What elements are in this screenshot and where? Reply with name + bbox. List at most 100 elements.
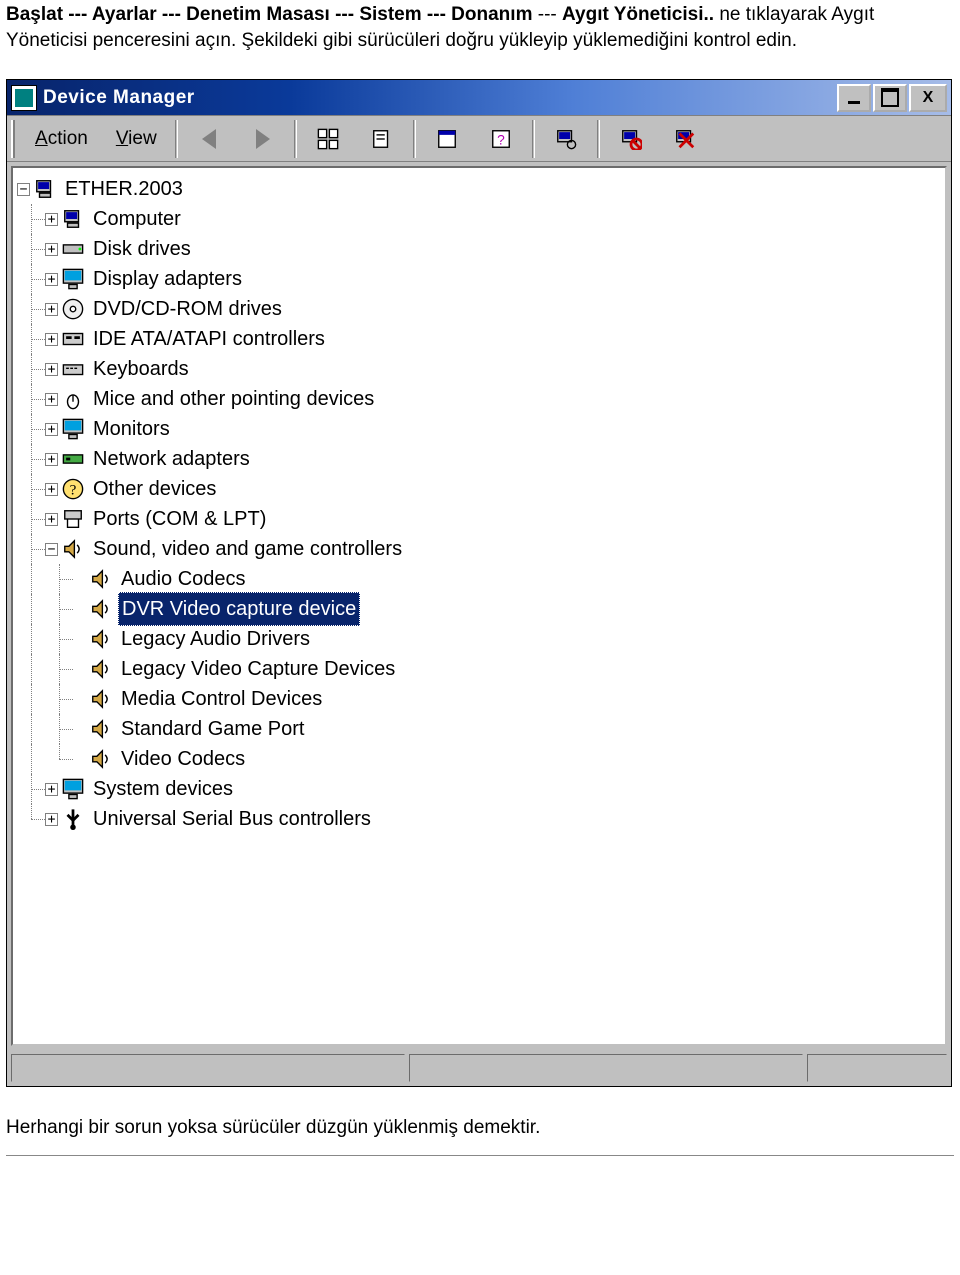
toolbar-disable-icon[interactable] [606, 120, 656, 158]
tree-child-11-2[interactable]: Legacy Audio Drivers [17, 624, 941, 654]
node-label[interactable]: Standard Game Port [118, 713, 307, 745]
statusbar [7, 1050, 951, 1086]
toolbar-separator-2 [294, 120, 297, 158]
port-icon [62, 508, 84, 530]
toolbar-separator-5 [597, 120, 600, 158]
node-label[interactable]: DVD/CD-ROM drives [90, 293, 285, 325]
node-label[interactable]: Other devices [90, 473, 219, 505]
node-label[interactable]: Sound, video and game controllers [90, 533, 405, 565]
node-label[interactable]: ETHER.2003 [62, 173, 186, 205]
menu-action[interactable]: Action [23, 124, 100, 154]
expander-icon[interactable]: + [45, 243, 58, 256]
window-title: Device Manager [43, 87, 837, 109]
window-buttons: X [837, 84, 947, 112]
svg-text:?: ? [497, 132, 505, 147]
tree-child-11-3[interactable]: Legacy Video Capture Devices [17, 654, 941, 684]
toolbar: Action View ? [7, 116, 951, 162]
menu-view[interactable]: View [104, 124, 169, 154]
tree-root[interactable]: − ETHER.2003 [17, 174, 941, 204]
expander-icon[interactable]: + [45, 333, 58, 346]
expander-icon[interactable]: + [45, 813, 58, 826]
tree-node-11[interactable]: − Sound, video and game controllers [17, 534, 941, 564]
toolbar-separator-4 [532, 120, 535, 158]
expander-icon[interactable]: + [45, 273, 58, 286]
footer-text: Herhangi bir sorun yoksa sürücüler düzgü… [0, 1087, 960, 1149]
toolbar-scan-icon[interactable] [541, 120, 591, 158]
keyboard-icon [62, 358, 84, 380]
expander-icon[interactable]: + [45, 363, 58, 376]
tree-node-6[interactable]: + Mice and other pointing devices [17, 384, 941, 414]
sound-icon [90, 628, 112, 650]
expander-icon[interactable]: + [45, 213, 58, 226]
expander-icon[interactable]: + [45, 303, 58, 316]
expander-icon[interactable]: + [45, 393, 58, 406]
sound-icon [90, 598, 112, 620]
expander-icon[interactable]: + [45, 453, 58, 466]
tree-node-4[interactable]: + IDE ATA/ATAPI controllers [17, 324, 941, 354]
tree-node-0[interactable]: + Computer [17, 204, 941, 234]
node-label[interactable]: Display adapters [90, 263, 245, 295]
toolbar-help-icon[interactable]: ? [476, 120, 526, 158]
tree-node-3[interactable]: + DVD/CD-ROM drives [17, 294, 941, 324]
tree-node-1[interactable]: + Disk drives [17, 234, 941, 264]
node-label[interactable]: Media Control Devices [118, 683, 325, 715]
node-label[interactable]: Keyboards [90, 353, 192, 385]
tree-child-11-0[interactable]: Audio Codecs [17, 564, 941, 594]
device-tree[interactable]: − ETHER.2003 + Computer + Disk drives + Display… [11, 166, 947, 1046]
node-label[interactable]: Monitors [90, 413, 173, 445]
node-label[interactable]: Disk drives [90, 233, 194, 265]
tree-node-5[interactable]: + Keyboards [17, 354, 941, 384]
inst-part-1: --- [532, 4, 562, 25]
node-label[interactable]: Legacy Audio Drivers [118, 623, 313, 655]
tree-child-11-1[interactable]: DVR Video capture device [17, 594, 941, 624]
footer-rule [6, 1155, 954, 1156]
node-label[interactable]: Network adapters [90, 443, 253, 475]
node-label[interactable]: DVR Video capture device [118, 592, 360, 626]
node-label[interactable]: Ports (COM & LPT) [90, 503, 269, 535]
node-label[interactable]: IDE ATA/ATAPI controllers [90, 323, 328, 355]
forward-button[interactable] [238, 120, 288, 158]
toolbar-separator-3 [413, 120, 416, 158]
toolbar-uninstall-icon[interactable] [660, 120, 710, 158]
toolbar-properties-icon[interactable] [422, 120, 472, 158]
status-cell-2 [409, 1054, 803, 1082]
tree-node-12[interactable]: + System devices [17, 774, 941, 804]
expander-icon[interactable]: + [45, 423, 58, 436]
back-button[interactable] [184, 120, 234, 158]
sound-icon [90, 568, 112, 590]
sound-icon [90, 658, 112, 680]
node-label[interactable]: Video Codecs [118, 743, 248, 775]
tree-child-11-6[interactable]: Video Codecs [17, 744, 941, 774]
node-label[interactable]: System devices [90, 773, 236, 805]
tree-node-7[interactable]: + Monitors [17, 414, 941, 444]
toolbar-show-hidden-icon[interactable] [357, 120, 407, 158]
maximize-button[interactable] [873, 84, 907, 112]
expander-icon[interactable]: + [45, 513, 58, 526]
usb-icon [62, 808, 84, 830]
node-label[interactable]: Computer [90, 203, 184, 235]
node-label[interactable]: Mice and other pointing devices [90, 383, 377, 415]
mouse-icon [62, 388, 84, 410]
expander-icon[interactable]: + [45, 483, 58, 496]
tree-node-9[interactable]: + Other devices [17, 474, 941, 504]
tree-node-2[interactable]: + Display adapters [17, 264, 941, 294]
expander-icon[interactable]: + [45, 783, 58, 796]
node-label[interactable]: Legacy Video Capture Devices [118, 653, 398, 685]
instruction-text: Başlat --- Ayarlar --- Denetim Masası --… [0, 0, 960, 61]
titlebar[interactable]: Device Manager X [7, 80, 951, 116]
node-label[interactable]: Audio Codecs [118, 563, 249, 595]
inst-part-0: Başlat --- Ayarlar --- Denetim Masası --… [6, 4, 532, 25]
arrow-right-icon [256, 129, 270, 149]
tree-node-13[interactable]: + Universal Serial Bus controllers [17, 804, 941, 834]
tree-child-11-4[interactable]: Media Control Devices [17, 684, 941, 714]
tree-child-11-5[interactable]: Standard Game Port [17, 714, 941, 744]
close-button[interactable]: X [909, 84, 947, 112]
toolbar-view-icon[interactable] [303, 120, 353, 158]
tree-node-10[interactable]: + Ports (COM & LPT) [17, 504, 941, 534]
tree-node-8[interactable]: + Network adapters [17, 444, 941, 474]
node-label[interactable]: Universal Serial Bus controllers [90, 803, 374, 835]
cd-icon [62, 298, 84, 320]
minimize-button[interactable] [837, 84, 871, 112]
expander-icon[interactable]: − [45, 543, 58, 556]
expander-icon[interactable]: − [17, 183, 30, 196]
